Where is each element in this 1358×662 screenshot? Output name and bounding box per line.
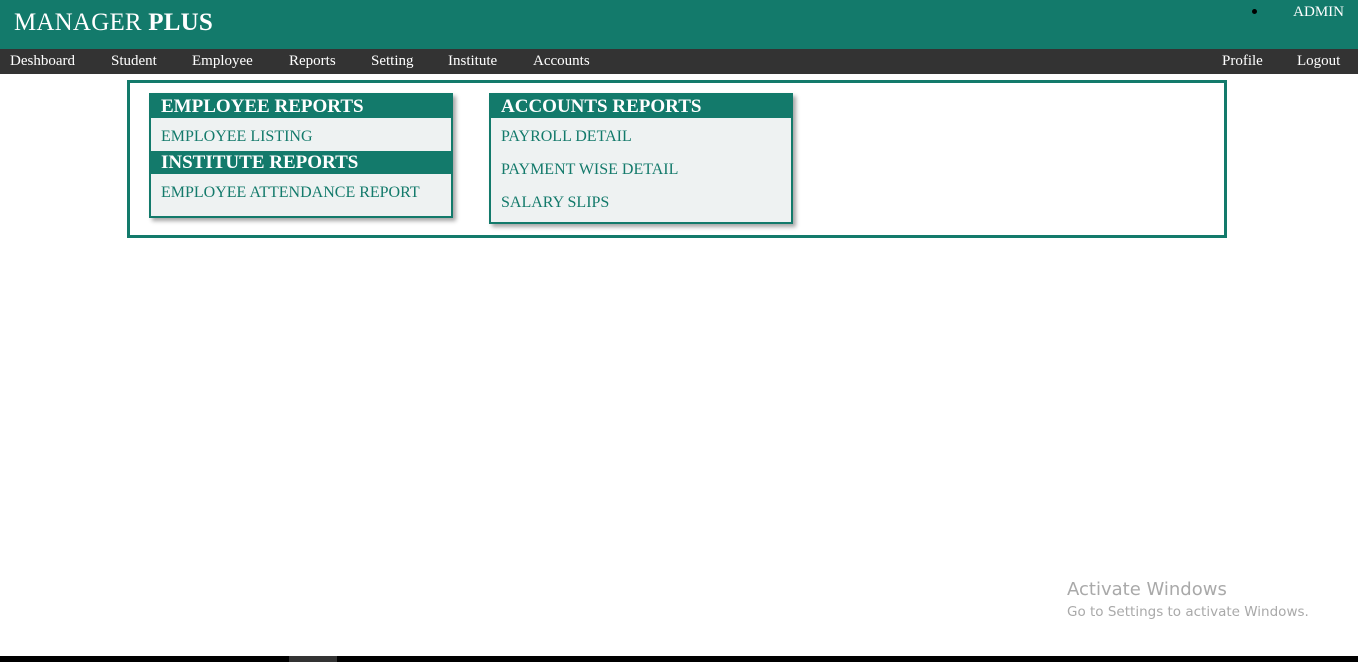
nav-item-dashboard[interactable]: Deshboard xyxy=(10,53,75,70)
nav-item-student[interactable]: Student xyxy=(111,53,157,70)
accounts-reports-card: ACCOUNTS REPORTS PAYROLL DETAIL PAYMENT … xyxy=(489,93,793,224)
activate-windows-watermark: Activate Windows Go to Settings to activ… xyxy=(1067,579,1309,620)
watermark-title: Activate Windows xyxy=(1067,579,1227,600)
payroll-detail-link[interactable]: PAYROLL DETAIL xyxy=(491,118,791,151)
institute-reports-heading: INSTITUTE REPORTS xyxy=(151,151,451,174)
employee-institute-reports-card: EMPLOYEE REPORTS EMPLOYEE LISTING INSTIT… xyxy=(149,93,453,218)
employee-listing-link[interactable]: EMPLOYEE LISTING xyxy=(151,118,451,151)
app-header: MANAGER PLUS ADMIN xyxy=(0,0,1358,49)
accounts-reports-heading: ACCOUNTS REPORTS xyxy=(491,95,791,118)
employee-reports-heading: EMPLOYEE REPORTS xyxy=(151,95,451,118)
salary-slips-link[interactable]: SALARY SLIPS xyxy=(491,184,791,217)
nav-item-setting[interactable]: Setting xyxy=(371,53,414,70)
watermark-subtitle: Go to Settings to activate Windows. xyxy=(1067,604,1309,620)
employee-attendance-report-link[interactable]: EMPLOYEE ATTENDANCE REPORT xyxy=(151,174,451,207)
nav-item-institute[interactable]: Institute xyxy=(448,53,497,70)
brand-text-manager: MANAGER xyxy=(14,9,142,36)
admin-user-link[interactable]: ADMIN xyxy=(1293,4,1344,21)
taskbar xyxy=(0,656,1358,662)
main-nav: Deshboard Student Employee Reports Setti… xyxy=(0,49,1358,74)
nav-item-reports[interactable]: Reports xyxy=(289,53,336,70)
user-menu-bullet-icon xyxy=(1252,9,1257,14)
nav-item-logout[interactable]: Logout xyxy=(1297,53,1340,70)
nav-item-profile[interactable]: Profile xyxy=(1222,53,1263,70)
nav-item-employee[interactable]: Employee xyxy=(192,53,253,70)
brand-logo[interactable]: MANAGER PLUS xyxy=(14,9,213,37)
nav-item-accounts[interactable]: Accounts xyxy=(533,53,590,70)
brand-text-plus: PLUS xyxy=(148,9,213,36)
payment-wise-detail-link[interactable]: PAYMENT WISE DETAIL xyxy=(491,151,791,184)
taskbar-button[interactable] xyxy=(289,656,337,662)
